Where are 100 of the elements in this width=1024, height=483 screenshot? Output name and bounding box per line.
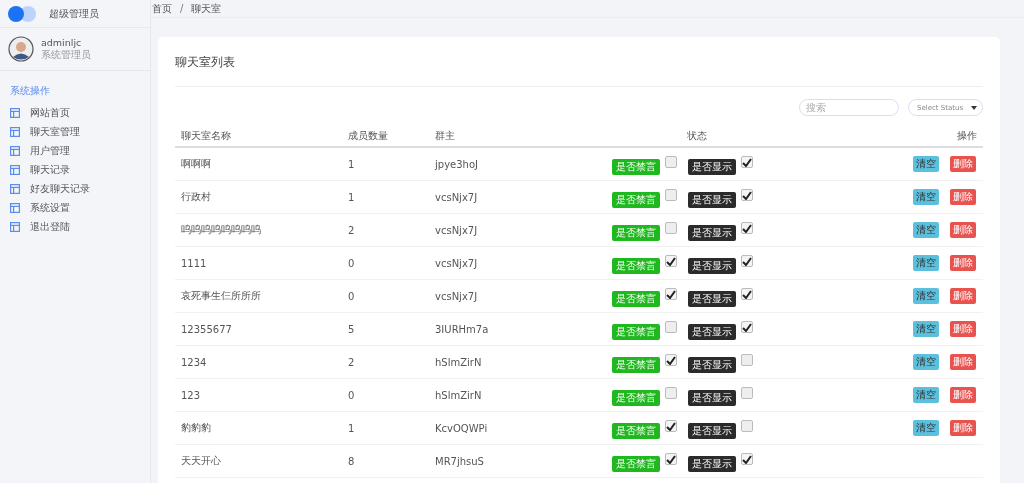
- sidebar-item[interactable]: 聊天室管理: [0, 122, 150, 141]
- table-cell: MR7jhsuS: [429, 444, 561, 478]
- clear-button[interactable]: 清空: [913, 222, 939, 238]
- show-tag: 是否显示: [688, 356, 736, 373]
- mute-checkbox[interactable]: [665, 420, 677, 432]
- mute-checkbox[interactable]: [665, 156, 677, 168]
- clear-button[interactable]: 清空: [913, 156, 939, 172]
- delete-button[interactable]: 删除: [950, 420, 976, 436]
- table-cell: 呜呜呜呜呜呜呜呜: [175, 213, 342, 247]
- mute-tag: 是否禁言: [612, 191, 660, 208]
- delete-button[interactable]: 删除: [950, 354, 976, 370]
- table-cell: 5: [342, 312, 429, 346]
- table-cell: 0: [342, 279, 429, 313]
- show-checkbox[interactable]: [741, 354, 753, 366]
- clear-button[interactable]: 清空: [913, 255, 939, 271]
- mute-tag: 是否禁言: [612, 323, 660, 340]
- table-cell: 12355677: [175, 312, 342, 346]
- avatar-icon: [8, 36, 34, 62]
- sidebar-item[interactable]: 退出登陆: [0, 217, 150, 236]
- layout-icon: [10, 164, 20, 175]
- clear-button[interactable]: 清空: [913, 354, 939, 370]
- sidebar-label: 网站首页: [30, 105, 70, 120]
- table-cell: jpye3hoJ: [429, 147, 561, 181]
- breadcrumb-separator: /: [180, 3, 184, 14]
- show-tag: 是否显示: [688, 257, 736, 274]
- delete-button[interactable]: 删除: [950, 156, 976, 172]
- table-cell: 2: [342, 345, 429, 379]
- mute-tag: 是否禁言: [612, 389, 660, 406]
- table-cell: 123: [175, 378, 342, 412]
- mute-tag: 是否禁言: [612, 224, 660, 241]
- logo-icon: [8, 5, 36, 22]
- sidebar-label: 退出登陆: [30, 219, 70, 234]
- mute-checkbox[interactable]: [665, 321, 677, 333]
- table-cell: vcsNjx7J: [429, 279, 561, 313]
- table-cell: 1111: [175, 246, 342, 280]
- show-tag: 是否显示: [688, 191, 736, 208]
- sidebar-item[interactable]: 好友聊天记录: [0, 179, 150, 198]
- clear-button[interactable]: 清空: [913, 189, 939, 205]
- sidebar-item[interactable]: 系统设置: [0, 198, 150, 217]
- brand-title: 超级管理员: [49, 6, 99, 21]
- table-cell: 天天开心: [175, 444, 342, 478]
- card-title: 聊天室列表: [175, 37, 983, 87]
- show-checkbox[interactable]: [741, 189, 753, 201]
- clear-button[interactable]: 清空: [913, 387, 939, 403]
- delete-button[interactable]: 删除: [950, 288, 976, 304]
- table-cell: 1: [342, 411, 429, 445]
- section-heading: 系统操作: [9, 84, 51, 98]
- breadcrumb-item[interactable]: 首页: [152, 1, 172, 16]
- clear-button[interactable]: 清空: [913, 288, 939, 304]
- mute-checkbox[interactable]: [665, 453, 677, 465]
- table-cell: hSlmZirN: [429, 378, 561, 412]
- mute-tag: 是否禁言: [612, 257, 660, 274]
- mute-tag: 是否禁言: [612, 290, 660, 307]
- show-checkbox[interactable]: [741, 222, 753, 234]
- mute-checkbox[interactable]: [665, 189, 677, 201]
- layout-icon: [10, 202, 20, 213]
- show-tag: 是否显示: [688, 224, 736, 241]
- table-cell: hSlmZirN: [429, 345, 561, 379]
- delete-button[interactable]: 删除: [950, 387, 976, 403]
- column-header: 聊天室名称: [175, 126, 342, 147]
- show-checkbox[interactable]: [741, 255, 753, 267]
- layout-icon: [10, 183, 20, 194]
- mute-checkbox[interactable]: [665, 354, 677, 366]
- user-role: 系统管理员: [41, 48, 91, 62]
- clear-button[interactable]: 清空: [913, 321, 939, 337]
- show-checkbox[interactable]: [741, 453, 753, 465]
- table-cell: 0: [342, 246, 429, 280]
- show-checkbox[interactable]: [741, 288, 753, 300]
- layout-icon: [10, 126, 20, 137]
- column-header: 操作: [833, 126, 983, 147]
- column-header: 群主: [429, 126, 561, 147]
- mute-checkbox[interactable]: [665, 387, 677, 399]
- delete-button[interactable]: 删除: [950, 321, 976, 337]
- mute-checkbox[interactable]: [665, 288, 677, 300]
- table-cell: 0: [342, 378, 429, 412]
- show-checkbox[interactable]: [741, 321, 753, 333]
- show-checkbox[interactable]: [741, 156, 753, 168]
- clear-button[interactable]: 清空: [913, 420, 939, 436]
- table-cell: 1: [342, 147, 429, 181]
- sidebar-item[interactable]: 聊天记录: [0, 160, 150, 179]
- mute-tag: 是否禁言: [612, 422, 660, 439]
- table-cell: 2: [342, 213, 429, 247]
- show-checkbox[interactable]: [741, 420, 753, 432]
- show-tag: 是否显示: [688, 290, 736, 307]
- table-cell: vcsNjx7J: [429, 213, 561, 247]
- sidebar-item[interactable]: 用户管理: [0, 141, 150, 160]
- mute-checkbox[interactable]: [665, 222, 677, 234]
- mute-checkbox[interactable]: [665, 255, 677, 267]
- sidebar-item[interactable]: 网站首页: [0, 103, 150, 122]
- show-tag: 是否显示: [688, 455, 736, 472]
- delete-button[interactable]: 删除: [950, 222, 976, 238]
- show-checkbox[interactable]: [741, 387, 753, 399]
- delete-button[interactable]: 删除: [950, 189, 976, 205]
- table-cell: 1: [342, 180, 429, 214]
- delete-button[interactable]: 删除: [950, 255, 976, 271]
- table-cell: 哀死事生仨所所所: [175, 279, 342, 313]
- search-field[interactable]: 搜索: [799, 99, 899, 116]
- layout-icon: [10, 145, 20, 156]
- layout-icon: [10, 107, 20, 118]
- user-name: adminljc: [41, 36, 83, 48]
